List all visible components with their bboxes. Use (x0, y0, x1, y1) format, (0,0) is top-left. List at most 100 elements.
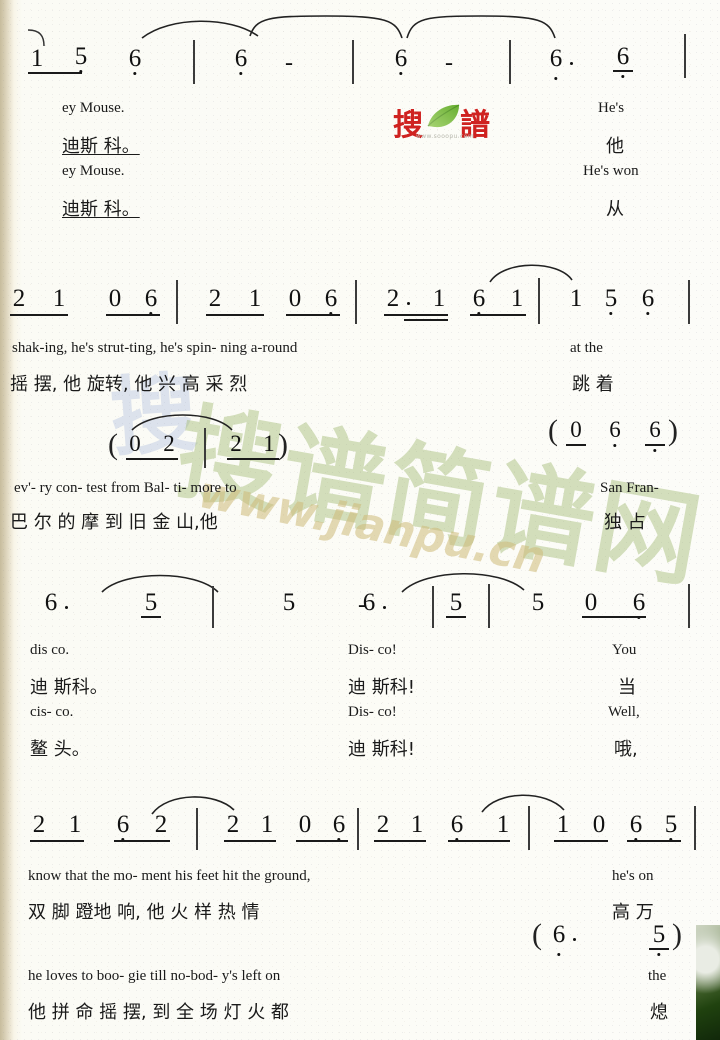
octave-dot-low (554, 77, 558, 81)
note: 0 (298, 811, 312, 838)
note: 2 (226, 811, 240, 838)
note: 2 (163, 431, 175, 456)
lyric-line: 高 万 (612, 902, 654, 923)
lyric-line: he loves to boo- gie till no-bod- y's le… (28, 968, 281, 984)
barline (176, 280, 178, 324)
lyric-line: 独 占 (604, 512, 646, 533)
barline (352, 40, 354, 84)
slur (488, 258, 574, 284)
note: 2 (32, 811, 46, 838)
beam (114, 840, 170, 842)
lyric-line: ev'- ry con- test from Bal- ti- more to (14, 480, 237, 496)
close-paren: ) (278, 428, 288, 461)
lyric-line: 迪 斯科! (348, 677, 415, 698)
augmentation-dot (569, 62, 573, 66)
note: 6 (545, 46, 573, 81)
lyric-line: 迪斯 科。 (62, 199, 140, 220)
lyric-line: shak-ing, he's strut-ting, he's spin- ni… (12, 340, 298, 356)
beam (106, 314, 160, 316)
barline (432, 586, 434, 628)
note: 1 (263, 431, 275, 456)
lyric-line: know that the mo- ment his feet hit the … (28, 868, 311, 884)
beam (645, 444, 665, 446)
open-paren: ( (532, 918, 542, 951)
barline (684, 34, 686, 78)
note: 1 (569, 285, 583, 312)
note: 6 (328, 812, 350, 842)
lyric-line: 迪斯 科。 (62, 136, 140, 157)
beam (10, 314, 68, 316)
lyric-line: He's (598, 100, 625, 116)
barline (538, 278, 540, 324)
augmentation-dot (382, 606, 386, 610)
lyric-line: He's won (583, 163, 639, 179)
beam (30, 840, 84, 842)
note: 1 (52, 285, 66, 312)
note: 2 (208, 285, 222, 312)
note: 6 (446, 812, 468, 842)
note: 6 (358, 590, 386, 615)
duration-dash: - (445, 50, 453, 76)
beam (224, 840, 276, 842)
lyric-line: San Fran- (600, 480, 659, 496)
lyric-line: 迪 斯科! (348, 739, 415, 760)
beam (374, 840, 426, 842)
lyric-line: cis- co. (30, 704, 74, 720)
note: 6 (625, 812, 647, 842)
beam (470, 314, 526, 316)
open-paren: ( (108, 428, 118, 461)
lyric-line: 当 (618, 677, 636, 698)
note: 1 (260, 811, 274, 838)
barline (355, 280, 357, 324)
lyric-line: at the (570, 340, 603, 356)
barline (694, 806, 696, 850)
note: 6 (112, 812, 134, 842)
slur (140, 14, 260, 40)
octave-dot-low (646, 312, 650, 316)
note: 6 (230, 46, 252, 76)
note: 1 (248, 285, 262, 312)
beam (126, 458, 178, 460)
octave-dot-low (79, 70, 83, 74)
beam (206, 314, 264, 316)
lyric-line: 双 脚 蹬地 响, 他 火 样 热 情 (28, 902, 260, 923)
barline (688, 280, 690, 324)
beam (446, 616, 466, 618)
lyric-line: Dis- co! (348, 704, 397, 720)
octave-dot-low (653, 449, 657, 453)
barline (196, 808, 198, 850)
photo-edge-sliver (696, 925, 720, 1040)
lyric-line: 摇 摆, 他 旋转, 他 兴 高 采 烈 (10, 374, 248, 395)
note: 5 (282, 589, 296, 616)
octave-dot-low (609, 312, 613, 316)
beam (404, 319, 448, 321)
octave-dot-low (399, 72, 403, 76)
note: 5 (449, 589, 463, 616)
beam (582, 616, 646, 618)
augmentation-dot (572, 938, 576, 942)
note: 2 (12, 285, 26, 312)
sheet-music-page: 搜 搜谱简谱网 www.jianpu.cn 搜 譜 www.sooopu.com (0, 0, 720, 1040)
octave-dot-low (557, 953, 561, 957)
note: 2 (382, 286, 410, 311)
beam (286, 314, 340, 316)
note: 2 (376, 811, 390, 838)
lyric-line: dis co. (30, 642, 70, 658)
lyric-line: the (648, 968, 667, 984)
note: 6 (468, 286, 490, 316)
lyric-line: 从 (606, 199, 624, 220)
note: 6 (390, 46, 412, 76)
note: 1 (556, 811, 570, 838)
note: 1 (30, 45, 44, 72)
barline (193, 40, 195, 84)
note: 5 (531, 589, 545, 616)
slur (130, 408, 234, 432)
note: 6 (637, 286, 659, 316)
beam (649, 948, 669, 950)
duration-dash: - (285, 50, 293, 76)
note: 6 (320, 286, 342, 316)
slur (248, 14, 404, 40)
lyric-line: 他 (606, 136, 624, 157)
note: 5 (600, 286, 622, 316)
barline (509, 40, 511, 84)
